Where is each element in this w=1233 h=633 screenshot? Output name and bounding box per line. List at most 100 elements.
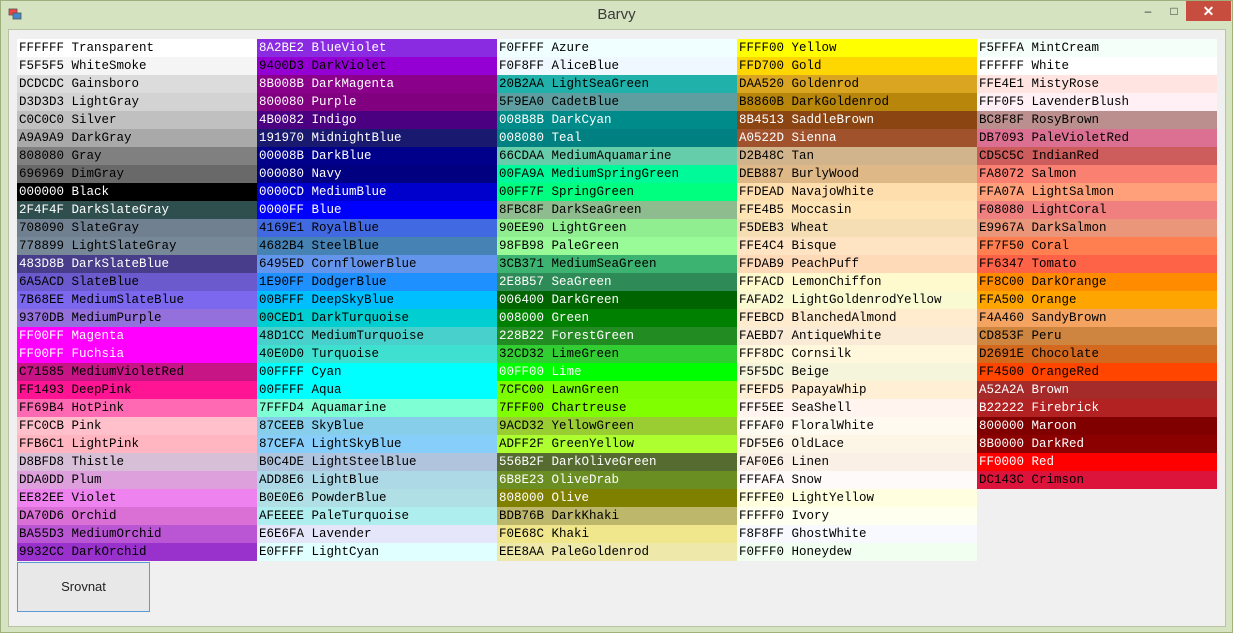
color-swatch: BA55D3 MediumOrchid — [17, 525, 257, 543]
color-swatch: CD5C5C IndianRed — [977, 147, 1217, 165]
color-name: OliveDrab — [551, 473, 620, 487]
color-name: DarkGray — [71, 131, 132, 145]
color-hex: FFFACD — [739, 275, 785, 289]
color-hex: DAA520 — [739, 77, 785, 91]
color-swatch: 191970 MidnightBlue — [257, 129, 497, 147]
color-hex: FFF5EE — [739, 401, 785, 415]
color-name: BlueViolet — [311, 41, 387, 55]
color-name: Tomato — [1031, 257, 1077, 271]
color-hex: FFEFD5 — [739, 383, 785, 397]
color-name: LightSlateGray — [71, 239, 177, 253]
color-name: Plum — [71, 473, 102, 487]
color-name: OrangeRed — [1031, 365, 1100, 379]
color-hex: FFA500 — [979, 293, 1025, 307]
color-swatch: 90EE90 LightGreen — [497, 219, 737, 237]
color-name: Khaki — [551, 527, 590, 541]
color-swatch: B22222 Firebrick — [977, 399, 1217, 417]
color-hex: FF7F50 — [979, 239, 1025, 253]
color-hex: 696969 — [19, 167, 65, 181]
color-swatch: F0E68C Khaki — [497, 525, 737, 543]
color-swatch: F5FFFA MintCream — [977, 39, 1217, 57]
color-swatch: BDB76B DarkKhaki — [497, 507, 737, 525]
color-hex: AFEEEE — [259, 509, 305, 523]
sort-button[interactable]: Srovnat — [17, 562, 150, 612]
color-hex: FF8C00 — [979, 275, 1025, 289]
title-bar[interactable]: Barvy – □ ✕ — [1, 1, 1232, 29]
color-swatch: B0C4DE LightSteelBlue — [257, 453, 497, 471]
color-name: SandyBrown — [1031, 311, 1107, 325]
color-name: LightCoral — [1031, 203, 1107, 217]
color-name: DarkOliveGreen — [551, 455, 657, 469]
color-hex: 32CD32 — [499, 347, 545, 361]
color-hex: FFC0CB — [19, 419, 65, 433]
color-name: LightSkyBlue — [311, 437, 402, 451]
color-name: Lavender — [311, 527, 372, 541]
color-hex: FFFFE0 — [739, 491, 785, 505]
color-swatch: 9370DB MediumPurple — [17, 309, 257, 327]
color-hex: 00FFFF — [259, 365, 305, 379]
color-hex: FF1493 — [19, 383, 65, 397]
color-hex: F4A460 — [979, 311, 1025, 325]
color-hex: 9370DB — [19, 311, 65, 325]
color-swatch: 0000CD MediumBlue — [257, 183, 497, 201]
color-name: Aquamarine — [311, 401, 387, 415]
color-hex: 48D1CC — [259, 329, 305, 343]
color-hex: 7CFC00 — [499, 383, 545, 397]
color-name: ForestGreen — [551, 329, 635, 343]
color-name: Transparent — [71, 41, 155, 55]
color-swatch: 1E90FF DodgerBlue — [257, 273, 497, 291]
color-name: BlanchedAlmond — [791, 311, 897, 325]
color-swatch: FFA500 Orange — [977, 291, 1217, 309]
color-hex: 87CEFA — [259, 437, 305, 451]
color-hex: DC143C — [979, 473, 1025, 487]
color-name: LightBlue — [311, 473, 380, 487]
color-swatch: 66CDAA MediumAquamarine — [497, 147, 737, 165]
color-name: CadetBlue — [551, 95, 620, 109]
close-button[interactable]: ✕ — [1186, 1, 1231, 21]
color-name: GhostWhite — [791, 527, 867, 541]
color-name: LightGreen — [551, 221, 627, 235]
color-hex: 006400 — [499, 293, 545, 307]
color-hex: BA55D3 — [19, 527, 65, 541]
maximize-button[interactable]: □ — [1159, 1, 1189, 21]
color-hex: 8B4513 — [739, 113, 785, 127]
color-swatch: FFFFFF Transparent — [17, 39, 257, 57]
color-hex: 7B68EE — [19, 293, 65, 307]
color-swatch: FF7F50 Coral — [977, 237, 1217, 255]
color-name: SkyBlue — [311, 419, 365, 433]
color-name: Chartreuse — [551, 401, 627, 415]
color-hex: FFF0F5 — [979, 95, 1025, 109]
color-hex: ADFF2F — [499, 437, 545, 451]
color-swatch: 9932CC DarkOrchid — [17, 543, 257, 561]
color-hex: FAEBD7 — [739, 329, 785, 343]
color-swatch: 20B2AA LightSeaGreen — [497, 75, 737, 93]
color-hex: 40E0D0 — [259, 347, 305, 361]
color-hex: FF6347 — [979, 257, 1025, 271]
color-swatch: F0FFFF Azure — [497, 39, 737, 57]
color-swatch: FFB6C1 LightPink — [17, 435, 257, 453]
color-name: Lime — [551, 365, 582, 379]
color-name: Sienna — [791, 131, 837, 145]
color-swatch: ADD8E6 LightBlue — [257, 471, 497, 489]
color-hex: 008B8B — [499, 113, 545, 127]
color-swatch: DB7093 PaleVioletRed — [977, 129, 1217, 147]
color-hex: FF4500 — [979, 365, 1025, 379]
color-swatch: 87CEEB SkyBlue — [257, 417, 497, 435]
color-swatch: 800000 Maroon — [977, 417, 1217, 435]
color-name: MediumBlue — [311, 185, 387, 199]
color-hex: 008000 — [499, 311, 545, 325]
color-swatch: 00BFFF DeepSkyBlue — [257, 291, 497, 309]
color-name: Yellow — [791, 41, 837, 55]
color-swatch: A52A2A Brown — [977, 381, 1217, 399]
color-swatch: 2F4F4F DarkSlateGray — [17, 201, 257, 219]
color-column: 8A2BE2 BlueViolet 9400D3 DarkViolet 8B008B… — [257, 39, 497, 561]
color-hex: A52A2A — [979, 383, 1025, 397]
color-swatch: FFFFE0 LightYellow — [737, 489, 977, 507]
color-swatch: 7B68EE MediumSlateBlue — [17, 291, 257, 309]
color-name: LightGray — [71, 95, 140, 109]
color-hex: F0F8FF — [499, 59, 545, 73]
color-name: Orchid — [71, 509, 117, 523]
color-name: DarkSalmon — [1031, 221, 1107, 235]
color-name: PaleGoldenrod — [551, 545, 650, 559]
color-hex: 00BFFF — [259, 293, 305, 307]
